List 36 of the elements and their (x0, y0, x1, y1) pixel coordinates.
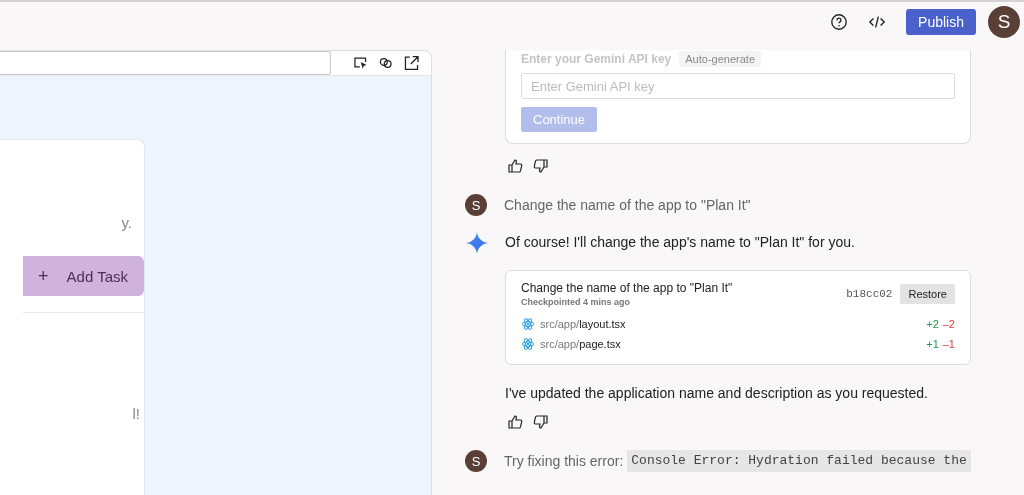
react-icon (521, 317, 535, 331)
checkpoint-title: Change the name of the app to "Plan It" (521, 281, 734, 295)
commit-hash: b18cc02 (846, 288, 893, 300)
file-path[interactable]: src/app/page.tsx (540, 338, 927, 350)
api-key-field[interactable]: Enter Gemini API key (521, 73, 955, 99)
user-message: Change the name of the app to "Plan It" (504, 196, 751, 215)
thumbs-down-icon[interactable] (533, 158, 549, 174)
thumbs-up-icon[interactable] (507, 158, 523, 174)
assistant-message: I've updated the application name and description as you requested. (505, 385, 929, 401)
error-code: Console Error: Hydration failed because the (627, 450, 971, 472)
app-text: l! (132, 405, 140, 422)
user-avatar[interactable]: S (988, 6, 1020, 38)
thumbs-up-icon[interactable] (507, 414, 523, 430)
add-task-button[interactable]: + Add Task (23, 256, 144, 296)
sparkle-icon (466, 232, 488, 254)
lines-added: +1 (926, 338, 939, 350)
app-text: y. (121, 214, 132, 231)
assistant-message: Of course! I'll change the app's name to "Plan It" for you. (505, 234, 856, 250)
user-avatar: S (465, 194, 487, 216)
link-icon[interactable] (378, 55, 394, 71)
checkpoint-time: Checkpointed 4 mins ago (521, 297, 632, 307)
select-element-icon[interactable] (352, 55, 369, 71)
lines-removed: –2 (942, 318, 955, 330)
restore-button[interactable]: Restore (900, 284, 955, 304)
open-external-icon[interactable] (403, 55, 419, 71)
user-message: Try fixing this error: (504, 452, 624, 471)
user-avatar: S (465, 450, 487, 472)
react-icon (521, 337, 535, 351)
help-icon[interactable] (830, 13, 849, 31)
file-path[interactable]: src/app/layout.tsx (540, 318, 927, 330)
api-key-label: Enter your Gemini API key (521, 52, 672, 66)
url-field[interactable] (0, 51, 331, 75)
publish-button[interactable]: Publish (906, 9, 976, 35)
thumbs-down-icon[interactable] (533, 414, 549, 430)
lines-added: +2 (926, 318, 939, 330)
lines-removed: –1 (942, 338, 955, 350)
